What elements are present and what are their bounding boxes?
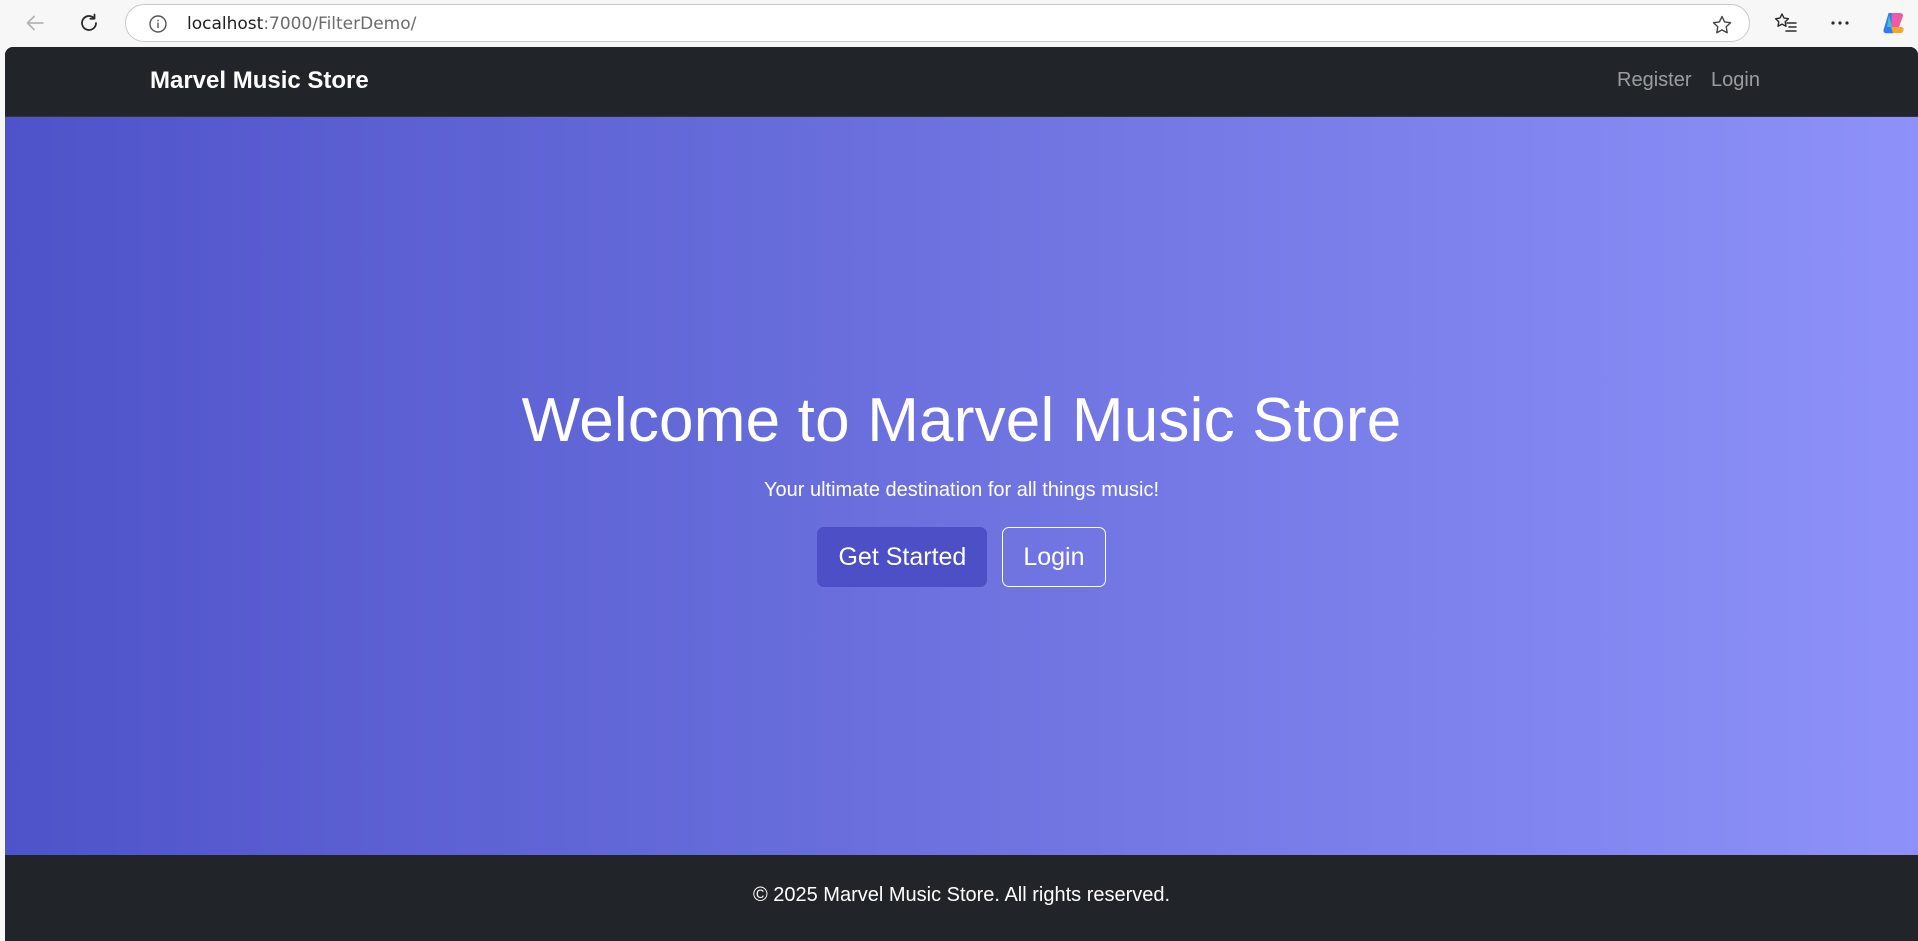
page-viewport: Marvel Music Store Register Login Welcom… (5, 47, 1918, 941)
reload-button[interactable] (71, 5, 107, 41)
more-button[interactable] (1822, 5, 1858, 41)
copilot-button[interactable] (1876, 5, 1912, 41)
reload-icon (78, 12, 100, 34)
copilot-icon (1880, 9, 1908, 37)
url-text[interactable]: localhost:7000/FilterDemo/ (187, 14, 416, 34)
hero-subtitle: Your ultimate destination for all things… (763, 479, 1160, 501)
url-host: localhost (187, 14, 264, 34)
info-icon[interactable] (148, 14, 168, 39)
site-navbar: Marvel Music Store Register Login (5, 47, 1918, 117)
hero-section: Welcome to Marvel Music Store Your ultim… (5, 117, 1918, 855)
hero-login-button[interactable]: Login (1002, 527, 1106, 587)
hero-actions: Get Started Login (5, 527, 1918, 587)
nav-login-link[interactable]: Login (1711, 69, 1760, 92)
back-button[interactable] (17, 5, 53, 41)
star-icon[interactable] (1711, 14, 1733, 41)
address-bar[interactable]: localhost:7000/FilterDemo/ (125, 4, 1750, 42)
site-footer: © 2025 Marvel Music Store. All rights re… (5, 855, 1918, 941)
favorites-list-icon (1774, 11, 1798, 35)
favorites-button[interactable] (1768, 5, 1804, 41)
copyright-text: © 2025 Marvel Music Store. All rights re… (752, 884, 1171, 906)
arrow-left-icon (24, 12, 46, 34)
brand-link[interactable]: Marvel Music Store (150, 67, 369, 95)
nav-register-link[interactable]: Register (1617, 69, 1691, 92)
hero-title: Welcome to Marvel Music Store (521, 386, 1402, 455)
ellipsis-icon (1829, 12, 1851, 34)
url-path: :7000/FilterDemo/ (263, 14, 417, 34)
browser-toolbar: localhost:7000/FilterDemo/ (0, 0, 1918, 46)
get-started-button[interactable]: Get Started (817, 527, 988, 587)
